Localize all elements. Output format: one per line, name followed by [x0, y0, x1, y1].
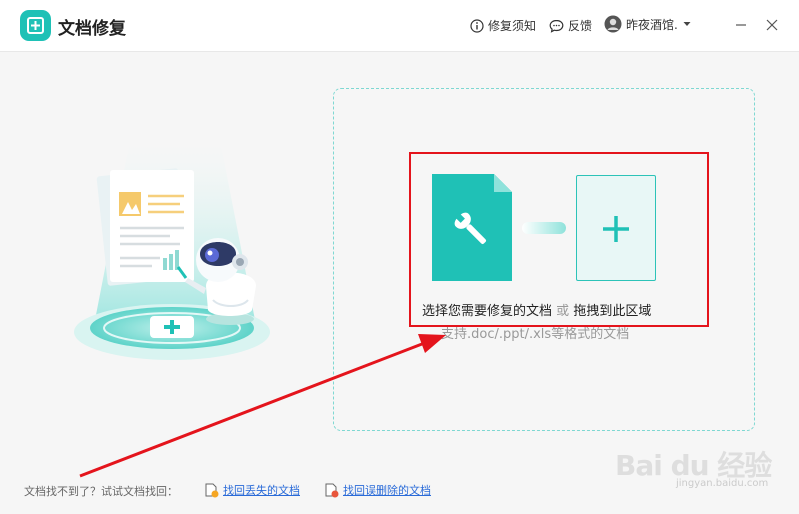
app-title: 文档修复 — [58, 19, 126, 39]
recover-lost-link[interactable]: 找回丢失的文档 — [205, 482, 300, 498]
deleted-document-icon — [325, 483, 339, 497]
recover-deleted-label: 找回误删除的文档 — [343, 484, 431, 497]
recover-lost-label: 找回丢失的文档 — [223, 484, 300, 497]
title-bar: 文档修复 修复须知 反馈 昨夜酒馆. — [0, 0, 799, 52]
annotation-highlight-box — [409, 152, 709, 327]
repair-robot-illustration — [74, 140, 270, 360]
user-name: 昨夜酒馆. — [626, 17, 678, 32]
footer-hint: 文档找不到了？试试文档找回： — [24, 485, 178, 498]
recover-deleted-link[interactable]: 找回误删除的文档 — [325, 482, 431, 498]
app-logo-icon — [20, 10, 51, 41]
lost-document-icon — [205, 483, 219, 497]
info-icon — [470, 18, 484, 33]
user-menu[interactable]: 昨夜酒馆. — [604, 15, 692, 33]
chevron-down-icon — [683, 22, 691, 26]
chat-bubble-icon — [549, 19, 564, 33]
watermark-url: jingyan.baidu.com — [676, 478, 769, 489]
feedback-button[interactable]: 反馈 — [549, 17, 592, 34]
avatar — [604, 15, 622, 33]
close-button[interactable] — [764, 17, 780, 33]
notice-label: 修复须知 — [488, 19, 537, 33]
notice-button[interactable]: 修复须知 — [470, 17, 536, 34]
minimize-button[interactable] — [733, 17, 749, 33]
feedback-label: 反馈 — [568, 19, 593, 33]
